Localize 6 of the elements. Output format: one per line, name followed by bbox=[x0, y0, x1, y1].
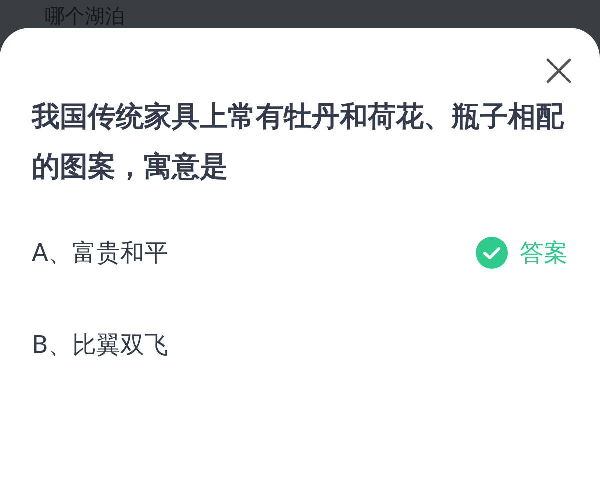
question-text: 我国传统家具上常有牡丹和荷花、瓶子相配的图案，寓意是 bbox=[32, 99, 566, 185]
option-text[interactable]: B、比翼双飞 bbox=[32, 329, 168, 361]
check-icon bbox=[476, 237, 508, 269]
answer-label: 答案 bbox=[520, 238, 568, 269]
close-icon[interactable] bbox=[546, 58, 572, 84]
option-text[interactable]: A、富贵和平 bbox=[32, 237, 168, 269]
